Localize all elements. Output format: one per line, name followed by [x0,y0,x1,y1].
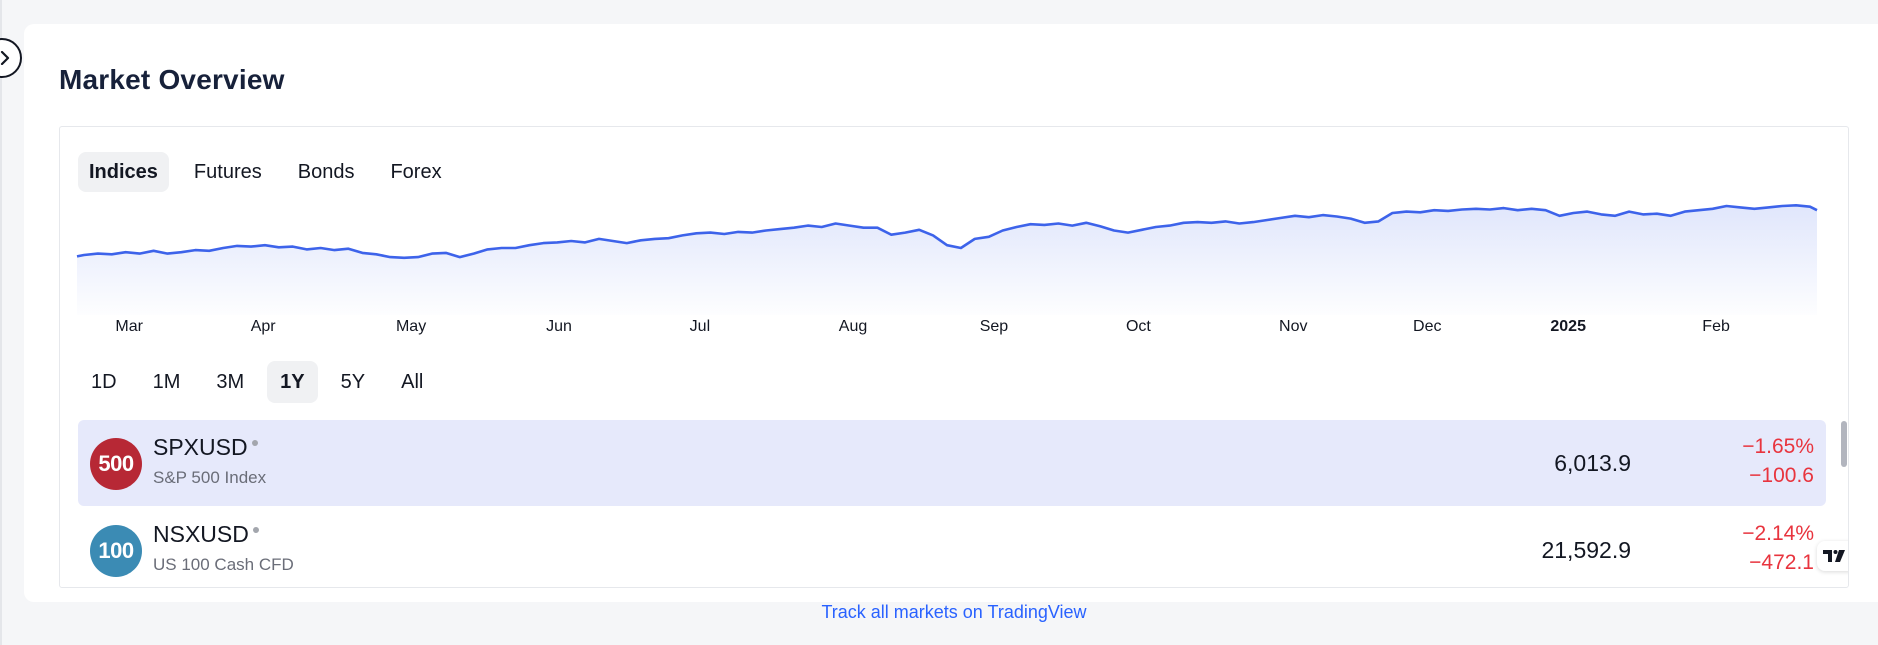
month-label: Apr [250,318,276,335]
range-selector: 1D 1M 3M 1Y 5Y All [78,361,436,403]
change-absolute: −472.1 [1749,551,1814,574]
page-title: Market Overview [59,64,285,95]
month-label: Nov [1279,318,1308,335]
range-3m[interactable]: 3M [203,361,257,403]
index-chart [76,204,1818,315]
month-label: Jun [546,318,572,335]
tab-futures[interactable]: Futures [183,152,273,192]
month-label: Feb [1702,318,1730,335]
month-label: Dec [1413,318,1442,335]
symbol-row-spxusd[interactable]: 500 SPXUSD S&P 500 Index 6,013.9 −1.65% … [78,420,1826,506]
range-1m[interactable]: 1M [140,361,194,403]
tradingview-logo-icon[interactable] [1817,541,1848,571]
symbol-row-nsxusd[interactable]: 100 NSXUSD US 100 Cash CFD 21,592.9 −2.1… [78,507,1826,587]
symbol-price: 21,592.9 [1541,537,1631,563]
status-dot-icon [252,527,259,533]
range-all[interactable]: All [388,361,436,403]
symbol-description: S&P 500 Index [153,468,267,487]
symbol-price: 6,013.9 [1554,450,1631,476]
month-label: Mar [115,318,143,335]
market-overview-widget: Indices Futures Bonds Forex Mar Apr May … [59,126,1849,588]
market-tabs: Indices Futures Bonds Forex [78,152,461,192]
chart-area-fill [77,205,1817,315]
status-dot-icon [251,440,258,446]
symbol-description: US 100 Cash CFD [153,555,294,574]
range-1d[interactable]: 1D [78,361,130,403]
symbol-ticker: NSXUSD [153,521,249,547]
symbol-logo: 500 [90,438,142,490]
change-percent: −2.14% [1742,522,1814,545]
range-1y[interactable]: 1Y [267,361,318,403]
tab-bonds[interactable]: Bonds [287,152,366,192]
symbol-logo: 100 [90,525,142,577]
left-rail [0,0,2,645]
chevron-right-icon [0,51,10,65]
symbol-name: NSXUSD [153,521,259,548]
range-5y[interactable]: 5Y [328,361,378,403]
symbol-name: SPXUSD [153,434,258,461]
change-absolute: −100.6 [1749,464,1814,487]
tab-indices[interactable]: Indices [78,152,169,192]
tab-forex[interactable]: Forex [379,152,452,192]
month-label: Oct [1125,318,1151,335]
expand-sidebar-button[interactable] [0,38,22,78]
track-all-markets-link[interactable]: Track all markets on TradingView [821,602,1086,623]
symbol-ticker: SPXUSD [153,434,248,460]
list-scrollbar[interactable] [1841,421,1847,467]
tradingview-mark-icon [1823,550,1845,562]
year-label: 2025 [1550,318,1586,335]
change-percent: −1.65% [1742,435,1814,458]
month-label: Jul [689,318,711,335]
month-label: Aug [838,318,868,335]
month-label: May [395,318,427,335]
month-label: Sep [979,318,1009,335]
